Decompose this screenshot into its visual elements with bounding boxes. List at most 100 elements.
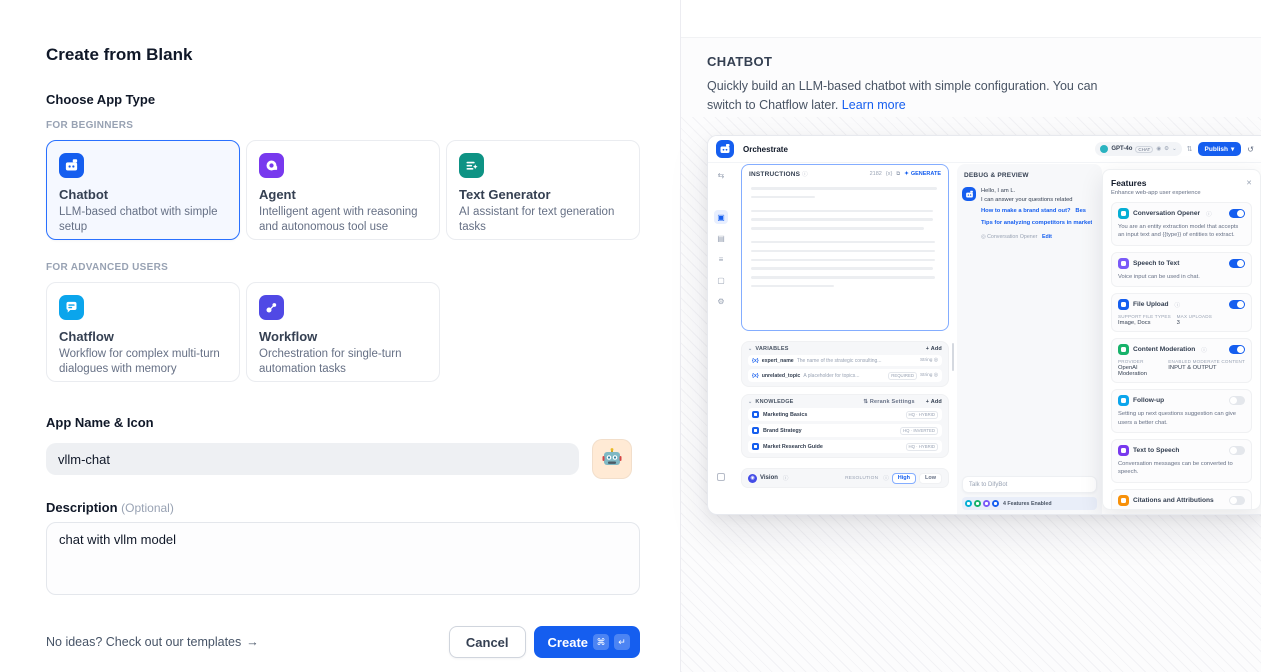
description-label-text: Description	[46, 500, 118, 515]
variable-row: {x} expert_name The name of the strategi…	[748, 355, 942, 366]
app-type-card-agent[interactable]: Agent Intelligent agent with reasoning a…	[246, 140, 440, 240]
preview-top-strip	[681, 0, 1261, 38]
feature-col-label: PROVIDER	[1118, 359, 1164, 364]
knowledge-row: Marketing Basics HQ · HYBRID	[748, 408, 942, 421]
conversation-opener-row: ◎ Conversation Opener Edit	[981, 234, 1092, 240]
workflow-icon	[259, 295, 284, 320]
chatbot-preview-image: Orchestrate GPT-4o CHAT ◉ ⚙ ⌄ ⇅ Publish …	[707, 135, 1261, 515]
learn-more-link[interactable]: Learn more	[842, 98, 906, 112]
citations-icon	[1118, 495, 1129, 506]
gear-icon: ⚙	[714, 294, 728, 308]
app-name-row	[46, 439, 640, 479]
instructions-card: INSTRUCTIONS ⓘ 2182 {x} ⧉ ✦GENERATE	[741, 164, 949, 331]
cmd-key-icon: ⌘	[593, 634, 609, 650]
resolution-high-chip: High	[892, 473, 916, 484]
instructions-tools: 2182 {x} ⧉ ✦GENERATE	[870, 171, 941, 178]
instructions-placeholder-lines	[742, 181, 948, 300]
dataset-tag: HQ · INVERTED	[900, 427, 938, 435]
feature-col-value: OpenAI Moderation	[1118, 365, 1164, 377]
info-icon: ⓘ	[783, 474, 789, 482]
features-panel: Features ✕ Enhance web-app user experien…	[1102, 169, 1261, 510]
toggle-on	[1229, 209, 1245, 218]
resolution-low-chip: Low	[919, 473, 942, 484]
copy-icon: ⧉	[896, 171, 900, 178]
chevron-down-icon: ⌄	[1172, 146, 1177, 152]
char-count: 2182	[870, 171, 882, 177]
feature-col-label: ENABLED MODERATE CONTENT	[1168, 359, 1245, 364]
dataset-name: Brand Strategy	[763, 428, 896, 434]
knowledge-row: Market Research Guide HQ · HYBRID	[748, 440, 942, 453]
app-type-card-text-generator[interactable]: Text Generator AI assistant for text gen…	[446, 140, 640, 240]
app-icon-picker[interactable]	[592, 439, 632, 479]
variable-type: String ◎	[920, 373, 938, 378]
edit-link: Edit	[1042, 234, 1052, 240]
variables-title: VARIABLES	[755, 346, 788, 352]
card-title: Workflow	[259, 329, 427, 344]
card-title: Agent	[259, 187, 427, 202]
footer-buttons: Cancel Create ⌘ ↵	[449, 626, 640, 658]
model-selector: GPT-4o CHAT ◉ ⚙ ⌄	[1095, 142, 1181, 156]
bot-greeting: Hello, I am L.	[981, 187, 1092, 196]
toggle-on	[1229, 300, 1245, 309]
dataset-name: Market Research Guide	[763, 444, 902, 450]
info-icon: ⓘ	[1206, 210, 1212, 218]
suggestion-link: Tips for analyzing competitors in market	[981, 219, 1092, 228]
generate-label: GENERATE	[911, 171, 941, 177]
templates-link-text: No ideas? Check out our templates	[46, 635, 241, 649]
create-button[interactable]: Create ⌘ ↵	[534, 626, 640, 658]
page-title: Create from Blank	[46, 45, 640, 65]
app-type-card-chatflow[interactable]: Chatflow Workflow for complex multi-turn…	[46, 282, 240, 382]
feature-name: Conversation Opener	[1133, 210, 1200, 217]
bot-greeting-2: I can answer your questions related	[981, 196, 1092, 205]
feature-desc: Conversation messages can be converted t…	[1118, 460, 1245, 477]
card-title: Chatflow	[59, 329, 227, 344]
rerank-settings-button: ⇅ Rerank Settings	[863, 399, 914, 405]
app-name-input[interactable]	[46, 443, 579, 475]
card-desc: Orchestration for single-turn automation…	[259, 347, 427, 377]
app-type-card-workflow[interactable]: Workflow Orchestration for single-turn a…	[246, 282, 440, 382]
enter-key-icon: ↵	[614, 634, 630, 650]
feature-col-label: MAX UPLOADS	[1177, 314, 1245, 319]
features-header: Features ✕	[1111, 178, 1252, 188]
app-type-card-chatbot[interactable]: Chatbot LLM-based chatbot with simple se…	[46, 140, 240, 240]
beginner-cards: Chatbot LLM-based chatbot with simple se…	[46, 140, 640, 240]
description-optional-text: (Optional)	[121, 501, 174, 515]
create-button-label: Create	[548, 635, 588, 650]
info-icon: ⓘ	[883, 474, 889, 482]
history-icon: ↺	[1247, 145, 1254, 154]
text-to-speech-icon	[1118, 445, 1129, 456]
feature-text-to-speech: Text to Speech Conversation messages can…	[1111, 439, 1252, 483]
feature-file-upload: File Uploadⓘ SUPPORT FILE TYPESImage, Do…	[1111, 293, 1252, 332]
variables-card: ⌄ VARIABLES + Add {x} expert_name The na…	[741, 341, 949, 387]
feature-speech-to-text: Speech to Text Voice input can be used i…	[1111, 252, 1252, 287]
debug-preview-panel: DEBUG & PREVIEW Hello, I am L. I can ans…	[957, 164, 1102, 515]
feature-name: Text to Speech	[1133, 447, 1179, 454]
variable-desc: A placeholder for topics...	[803, 373, 885, 379]
cancel-button[interactable]: Cancel	[449, 626, 526, 658]
spacer	[714, 189, 728, 203]
toggle-off	[1229, 446, 1245, 455]
resolution-label: RESOLUTION	[845, 476, 878, 481]
publish-button: Publish ▾	[1198, 142, 1242, 156]
orchestrate-title: Orchestrate	[743, 145, 788, 154]
feature-name: Follow-up	[1133, 397, 1164, 404]
dataset-icon	[752, 411, 759, 418]
suggestion-link: How to make a brand stand out?	[981, 208, 1071, 214]
variable-name: expert_name	[762, 358, 794, 364]
variable-desc: The name of the strategic consulting...	[797, 358, 917, 364]
vision-row: ◉ Vision ⓘ RESOLUTION ⓘ High Low	[741, 468, 949, 488]
feature-col-value: 3	[1177, 320, 1245, 326]
toggle-off	[1229, 496, 1245, 505]
model-mode-tag: CHAT	[1135, 146, 1153, 153]
knowledge-title: KNOWLEDGE	[755, 399, 793, 405]
app-type-preview-panel: CHATBOT Quickly build an LLM-based chatb…	[680, 0, 1261, 672]
add-variable-button: + Add	[926, 346, 942, 352]
feature-citations: Citations and Attributions Show source d…	[1111, 489, 1252, 510]
card-desc: LLM-based chatbot with simple setup	[59, 205, 227, 235]
follow-up-icon	[1118, 395, 1129, 406]
description-textarea[interactable]: chat with vllm model	[46, 522, 640, 595]
toggle-off	[1229, 396, 1245, 405]
templates-link[interactable]: No ideas? Check out our templates →	[46, 635, 259, 649]
feature-name: Citations and Attributions	[1133, 497, 1214, 504]
feature-follow-up: Follow-up Setting up next questions sugg…	[1111, 389, 1252, 433]
